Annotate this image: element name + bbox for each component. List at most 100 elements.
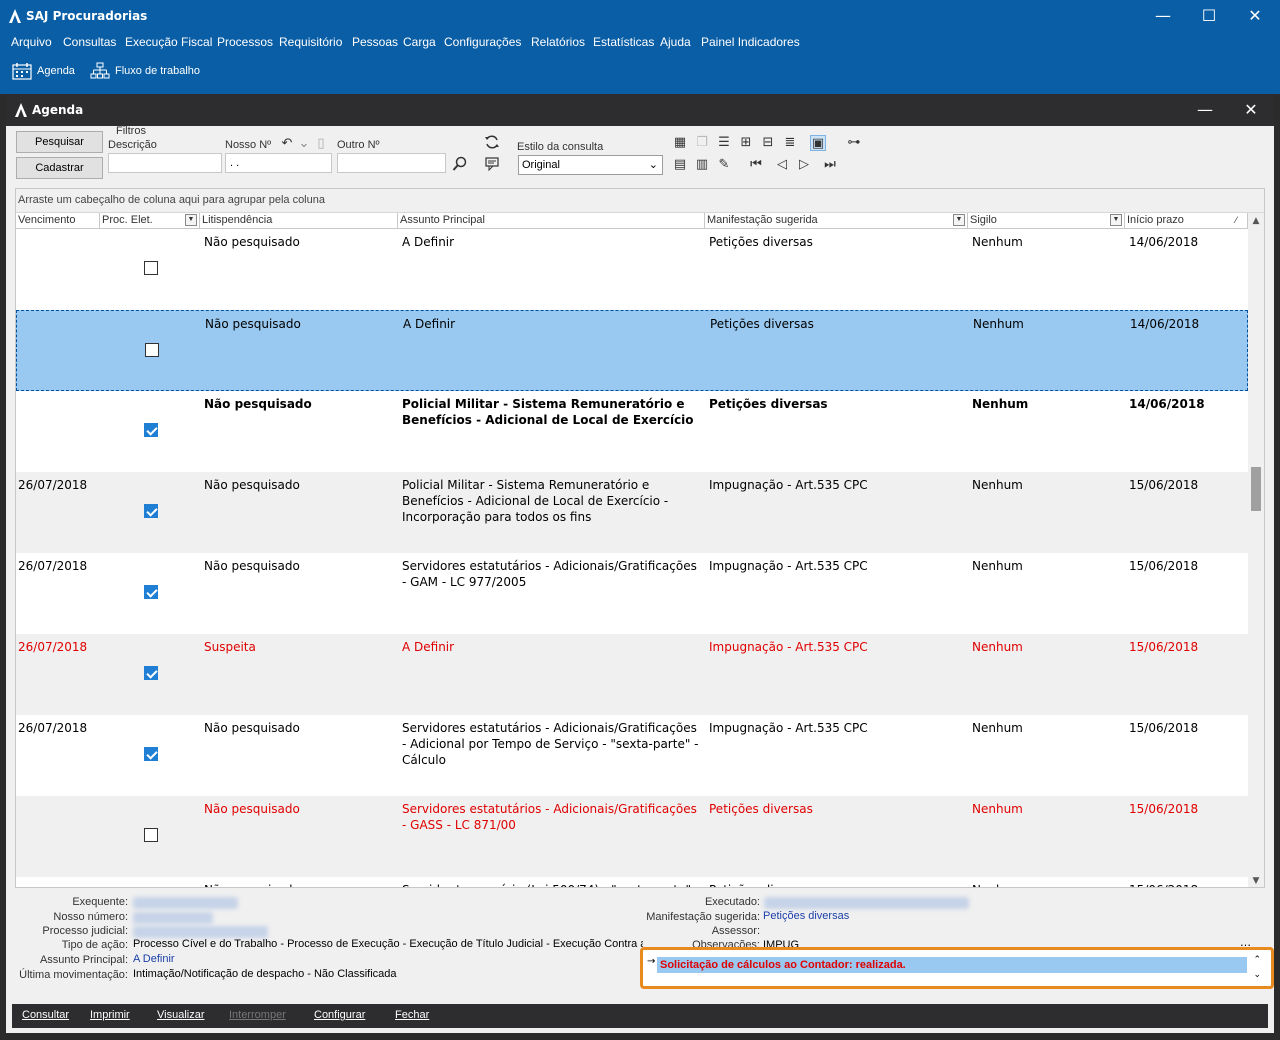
- pesquisar-button[interactable]: Pesquisar: [16, 131, 103, 153]
- edit-icon[interactable]: ✎: [716, 157, 732, 173]
- minimize-button[interactable]: —: [1140, 0, 1186, 32]
- filter-dropdown-icon[interactable]: ▼: [185, 214, 197, 226]
- filter-dropdown-icon[interactable]: ▼: [1110, 214, 1122, 226]
- menu-estatisticas[interactable]: Estatísticas: [593, 35, 654, 49]
- column-header-sigilo[interactable]: Sigilo ▼: [968, 213, 1125, 229]
- vertical-scrollbar[interactable]: ▲ ▼: [1248, 213, 1264, 887]
- consultar-button[interactable]: Consultar: [22, 1009, 69, 1021]
- search-icon[interactable]: [452, 156, 468, 172]
- column-header-vencimento[interactable]: Vencimento: [16, 213, 100, 229]
- toolbar-fluxo-button[interactable]: Fluxo de trabalho: [90, 62, 200, 80]
- column-header-assunto[interactable]: Assunto Principal: [398, 213, 705, 229]
- table-row[interactable]: 26/07/2018 Suspeita A Definir Impugnação - …: [16, 634, 1248, 715]
- proc-elet-checkbox[interactable]: [144, 585, 158, 599]
- column-header-litispendencia[interactable]: Litispendência: [200, 213, 398, 229]
- close-button[interactable]: ✕: [1232, 0, 1278, 32]
- menu-configuracoes[interactable]: Configurações: [444, 35, 521, 49]
- menu-requisitorio[interactable]: Requisitório: [279, 35, 342, 49]
- interromper-button[interactable]: Interromper: [229, 1009, 286, 1021]
- scroll-thumb[interactable]: [1251, 467, 1261, 511]
- cell-assunto: Servidores estatutários - Adicionais/Gra…: [402, 721, 699, 767]
- menu-execucao-fiscal[interactable]: Execução Fiscal: [125, 35, 212, 49]
- cell-assunto: A Definir: [402, 235, 455, 249]
- configurar-button[interactable]: Configurar: [314, 1009, 365, 1021]
- assunto-principal-link[interactable]: A Definir: [133, 953, 175, 965]
- agenda-minimize-button[interactable]: —: [1182, 94, 1228, 126]
- menu-arquivo[interactable]: Arquivo: [11, 35, 52, 49]
- scroll-up-icon[interactable]: ⌃: [1253, 955, 1261, 965]
- column-header-manifestacao[interactable]: Manifestação sugerida ▼: [705, 213, 968, 229]
- group-icon[interactable]: ⊶: [846, 135, 862, 151]
- cell-manif: Impugnação - Art.535 CPC: [709, 640, 868, 654]
- table-row[interactable]: Não pesquisado Policial Militar - Sistema…: [16, 391, 1248, 472]
- comment-icon[interactable]: [484, 156, 500, 172]
- excel-icon[interactable]: ▦: [672, 135, 688, 151]
- scroll-down-icon[interactable]: ▼: [1248, 873, 1264, 887]
- cadastrar-button[interactable]: Cadastrar: [16, 157, 103, 179]
- scroll-up-icon[interactable]: ▲: [1248, 213, 1264, 229]
- menu-consultas[interactable]: Consultas: [63, 35, 116, 49]
- maximize-button[interactable]: ☐: [1186, 0, 1232, 32]
- table-row[interactable]: Não pesquisado Servidor temporário (Lei 5…: [16, 877, 1248, 887]
- fechar-button[interactable]: Fechar: [395, 1009, 429, 1021]
- tipo-acao-value: Processo Cível e do Trabalho - Processo …: [133, 938, 643, 950]
- first-record-icon[interactable]: ⏮: [748, 157, 764, 173]
- menu-relatorios[interactable]: Relatórios: [531, 35, 585, 49]
- visualizar-button[interactable]: Visualizar: [157, 1009, 205, 1021]
- menu-processos[interactable]: Processos: [217, 35, 273, 49]
- cell-manif: Petições diversas: [709, 235, 813, 249]
- observation-row[interactable]: Solicitação de cálculos ao Contador: rea…: [657, 957, 1247, 973]
- scroll-down-icon[interactable]: ⌄: [1253, 970, 1261, 980]
- table-row[interactable]: Não pesquisado Servidores estatutários - …: [16, 796, 1248, 877]
- save-icon[interactable]: ▤: [672, 157, 688, 173]
- menu-ajuda[interactable]: Ajuda: [660, 35, 691, 49]
- observacoes-area: Observações: IMPUG: [606, 939, 806, 947]
- cell-assunto: Servidores estatutários - Adicionais/Gra…: [402, 802, 697, 832]
- table-row[interactable]: Não pesquisado A Definir Petições diversas…: [16, 229, 1248, 310]
- copy-icon[interactable]: ❐: [694, 135, 710, 151]
- table-row[interactable]: Não pesquisado A Definir Petições diversas…: [16, 310, 1248, 391]
- estilo-consulta-select[interactable]: Original ⌄: [518, 155, 663, 175]
- manifestacao-sugerida-link[interactable]: Petições diversas: [763, 910, 849, 922]
- layout-icon[interactable]: ⊟: [760, 135, 776, 151]
- next-record-icon[interactable]: ▷: [796, 157, 812, 173]
- app-titlebar: SAJ Procuradorias — ☐ ✕: [0, 0, 1280, 32]
- toolbar-agenda-button[interactable]: Agenda: [12, 62, 75, 80]
- document-icon[interactable]: ▯: [313, 136, 329, 152]
- delete-icon[interactable]: ▥: [694, 157, 710, 173]
- previous-record-icon[interactable]: ◁: [774, 157, 790, 173]
- column-header-proc-elet[interactable]: Proc. Elet. ▼: [100, 213, 200, 229]
- table-row[interactable]: 26/07/2018 Não pesquisado Policial Militar…: [16, 472, 1248, 553]
- proc-elet-checkbox[interactable]: [144, 504, 158, 518]
- form-icon[interactable]: ☰: [716, 135, 732, 151]
- last-record-icon[interactable]: ⏭: [822, 157, 838, 173]
- proc-elet-checkbox[interactable]: [145, 343, 159, 357]
- refresh-icon[interactable]: [484, 134, 500, 150]
- column-header-inicio-prazo[interactable]: Início prazo ⁄: [1125, 213, 1248, 229]
- tree-icon[interactable]: ⊞: [738, 135, 754, 151]
- proc-elet-checkbox[interactable]: [144, 747, 158, 761]
- proc-elet-checkbox[interactable]: [144, 261, 158, 275]
- proc-elet-checkbox[interactable]: [144, 828, 158, 842]
- detail-view-icon[interactable]: ▣: [810, 135, 826, 151]
- undo-icon[interactable]: ↶: [279, 136, 295, 152]
- chevron-down-icon[interactable]: ⌄: [296, 136, 312, 152]
- descricao-input[interactable]: [108, 153, 222, 173]
- proc-elet-checkbox[interactable]: [144, 423, 158, 437]
- cell-manif: Petições diversas: [709, 882, 964, 887]
- sort-icon: ⁄: [1235, 215, 1237, 225]
- imprimir-button[interactable]: Imprimir: [90, 1009, 130, 1021]
- list-icon[interactable]: ≣: [782, 135, 798, 151]
- cell-sigilo: Nenhum: [972, 235, 1023, 249]
- table-row[interactable]: 26/07/2018 Não pesquisado Servidores estat…: [16, 553, 1248, 634]
- proc-elet-checkbox[interactable]: [144, 666, 158, 680]
- nosso-numero-input[interactable]: . .: [225, 153, 332, 173]
- cell-litis: Não pesquisado: [204, 802, 300, 816]
- menu-painel-indicadores[interactable]: Painel Indicadores: [701, 35, 800, 49]
- filter-dropdown-icon[interactable]: ▼: [953, 214, 965, 226]
- menu-carga[interactable]: Carga: [403, 35, 436, 49]
- menu-pessoas[interactable]: Pessoas: [352, 35, 398, 49]
- outro-numero-input[interactable]: [337, 153, 446, 173]
- agenda-close-button[interactable]: ✕: [1228, 94, 1274, 126]
- table-row[interactable]: 26/07/2018 Não pesquisado Servidores estat…: [16, 715, 1248, 796]
